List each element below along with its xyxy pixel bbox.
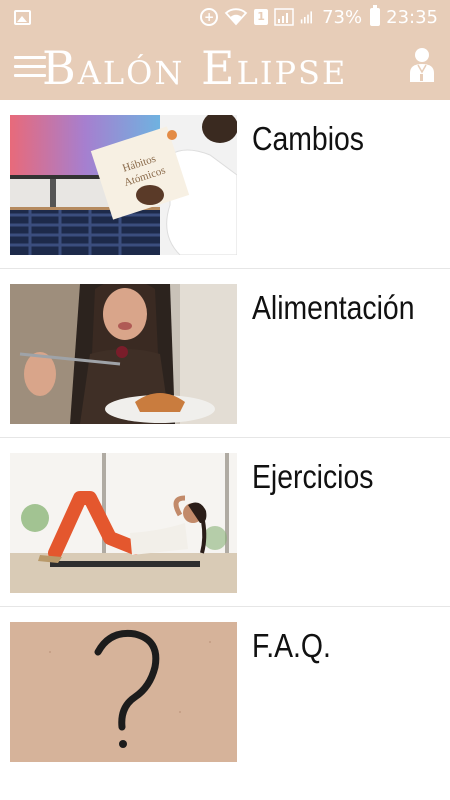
sim-badge: 1 <box>254 9 269 25</box>
list-item-label: F.A.Q. <box>252 627 331 664</box>
list-item-alimentacion[interactable]: Alimentación <box>0 269 450 438</box>
clock: 23:35 <box>386 6 438 28</box>
app-title: Balón Elipse <box>42 41 348 95</box>
battery-percentage: 73% <box>322 6 363 28</box>
list-item-faq[interactable]: F.A.Q. <box>0 607 450 776</box>
signal-icon <box>274 8 294 26</box>
wifi-icon <box>224 8 248 26</box>
woman-eating-image <box>10 284 237 424</box>
app-bar: Balón Elipse <box>0 34 450 100</box>
gallery-icon <box>14 9 31 25</box>
menu-list: Hábitos Atómicos Cambios Alimentación Ej… <box>0 100 450 776</box>
list-item-label: Cambios <box>252 120 364 157</box>
signal-strength-icon <box>300 11 313 24</box>
person-reading-book-image: Hábitos Atómicos <box>10 115 237 255</box>
status-bar: + 1 73% 23:35 <box>0 0 450 34</box>
question-mark-image <box>10 622 237 762</box>
woman-exercising-image <box>10 453 237 593</box>
sync-icon: + <box>200 8 219 26</box>
list-item-cambios[interactable]: Hábitos Atómicos Cambios <box>0 100 450 269</box>
battery-icon <box>370 5 381 26</box>
list-item-label: Alimentación <box>252 289 415 326</box>
list-item-ejercicios[interactable]: Ejercicios <box>0 438 450 607</box>
list-item-label: Ejercicios <box>252 458 374 495</box>
user-profile-icon[interactable] <box>408 46 436 84</box>
